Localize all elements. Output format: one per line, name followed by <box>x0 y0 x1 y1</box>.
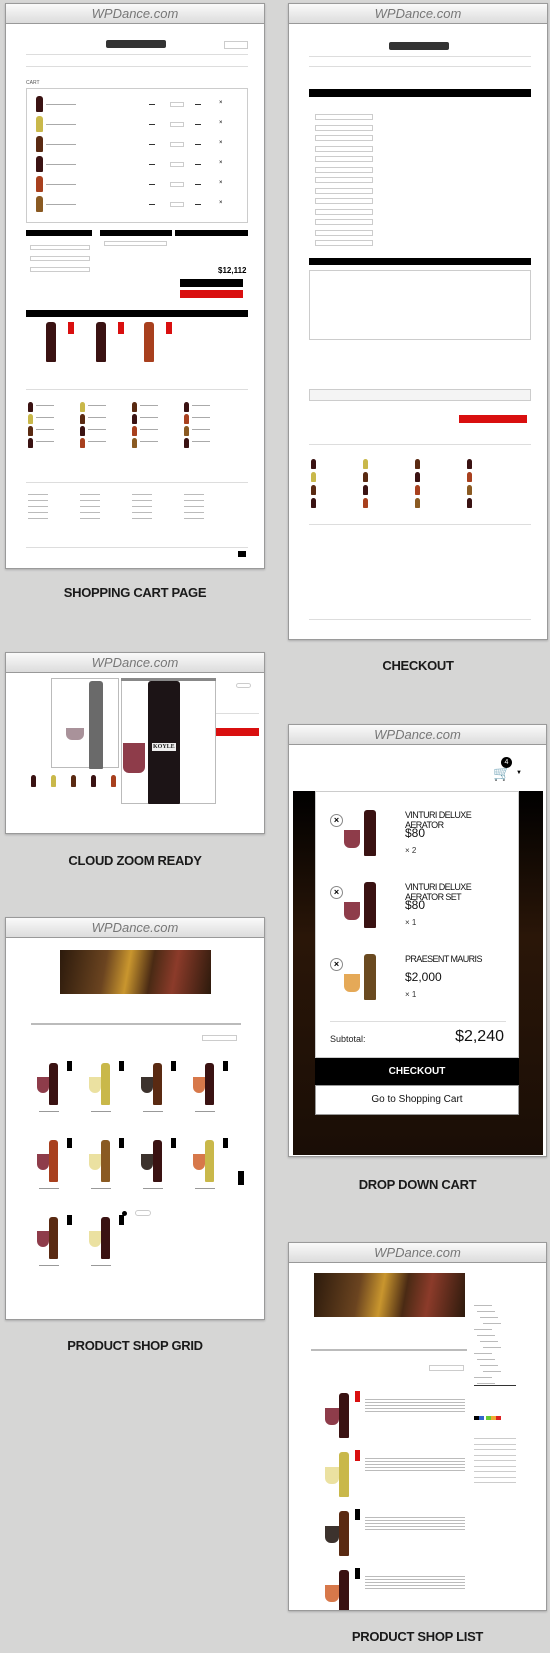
product-image[interactable] <box>49 1063 58 1105</box>
checkout-field[interactable] <box>315 145 373 152</box>
remove-icon[interactable]: × <box>330 886 343 899</box>
product-image[interactable] <box>49 1217 58 1259</box>
product-image[interactable] <box>153 1140 162 1182</box>
product-image[interactable] <box>205 1063 214 1105</box>
product-image[interactable] <box>153 1063 162 1105</box>
product-image[interactable] <box>339 1511 349 1556</box>
product-image <box>144 322 154 362</box>
product-image[interactable] <box>101 1063 110 1105</box>
cart-item: × PRAESENT MAURIS $2,000 × 1 <box>330 954 510 1014</box>
label-list: PRODUCT SHOP LIST <box>351 1629 484 1644</box>
shop-grid-screenshot: WPDance.com <box>5 917 265 1320</box>
remove-icon[interactable]: × <box>330 814 343 827</box>
thumbnail[interactable] <box>51 775 56 787</box>
cart-total: $12,112 <box>218 266 247 275</box>
quantity-stepper[interactable] <box>170 122 184 127</box>
label-zoom: CLOUD ZOOM READY <box>68 853 202 868</box>
place-order-button[interactable] <box>459 415 527 423</box>
remove-icon[interactable]: × <box>219 120 223 126</box>
cart-item-image <box>36 116 43 132</box>
shop-list-screenshot: WPDance.com <box>288 1242 547 1611</box>
product-image <box>364 954 376 1000</box>
remove-icon[interactable]: × <box>219 140 223 146</box>
checkout-field[interactable] <box>315 219 373 225</box>
remove-icon[interactable]: × <box>219 200 223 206</box>
quantity-stepper[interactable] <box>170 202 184 207</box>
remove-icon[interactable]: × <box>330 958 343 971</box>
product-image[interactable] <box>339 1570 349 1610</box>
chevron-down-icon[interactable]: ▼ <box>516 770 522 776</box>
shopping-cart-screenshot: WPDance.com CART × × × × × × $12,112 <box>5 3 265 569</box>
checkout-field[interactable] <box>315 187 373 194</box>
checkout-field[interactable] <box>315 166 373 173</box>
thumbnail[interactable] <box>91 775 96 787</box>
quantity-stepper[interactable] <box>170 142 184 147</box>
billing-address-header <box>309 89 531 97</box>
product-image[interactable] <box>49 1140 58 1182</box>
cart-item-image <box>36 176 43 192</box>
site-bar: WPDance.com <box>6 4 264 24</box>
remove-icon[interactable]: × <box>219 100 223 106</box>
cart-table <box>26 88 248 223</box>
checkout-field[interactable] <box>315 177 373 183</box>
thumbnail[interactable] <box>71 775 76 787</box>
product-image[interactable] <box>339 1393 349 1438</box>
checkout-field[interactable] <box>315 240 373 246</box>
banner-image <box>60 950 211 994</box>
checkout-field[interactable] <box>315 114 373 120</box>
cart-title: CART <box>26 80 40 86</box>
label-grid: PRODUCT SHOP GRID <box>67 1338 203 1353</box>
cart-item-image <box>36 156 43 172</box>
quantity-stepper[interactable] <box>170 182 184 187</box>
checkout-field[interactable] <box>315 156 373 162</box>
your-order-header <box>309 258 531 265</box>
label-checkout: CHECKOUT <box>382 658 454 673</box>
quantity-stepper[interactable] <box>170 102 184 107</box>
product-image <box>364 882 376 928</box>
product-image <box>96 322 106 362</box>
product-image[interactable] <box>205 1140 214 1182</box>
go-to-cart-button[interactable]: Go to Shopping Cart <box>315 1085 519 1115</box>
subtotal-value: $2,240 <box>455 1028 504 1045</box>
label-cart: SHOPPING CART PAGE <box>63 585 207 600</box>
update-cart-button[interactable] <box>180 279 243 287</box>
search-input[interactable] <box>224 41 248 49</box>
remove-icon[interactable]: × <box>219 180 223 186</box>
cart-item-image <box>36 196 43 212</box>
product-image[interactable] <box>101 1140 110 1182</box>
checkout-field[interactable] <box>315 198 373 204</box>
cart-item-image <box>36 136 43 152</box>
checkout-field[interactable] <box>315 208 373 215</box>
thumbnail[interactable] <box>31 775 36 787</box>
product-image[interactable] <box>339 1452 349 1497</box>
subtotal-label: Subtotal: <box>330 1034 366 1044</box>
cart-item: × VINTURI DELUXE AERATOR SET $80 × 1 <box>330 882 510 942</box>
label-text: KOYLE <box>152 743 176 751</box>
thumbnail[interactable] <box>111 775 116 787</box>
quantity-stepper[interactable] <box>170 162 184 167</box>
product-image <box>364 810 376 856</box>
cart-count-badge: 4 <box>501 757 512 768</box>
checkout-field[interactable] <box>315 229 373 236</box>
cloud-zoom-screenshot: WPDance.com KOYLE <box>5 652 265 834</box>
remove-icon[interactable]: × <box>219 160 223 166</box>
cart-item: × VINTURI DELUXE AERATOR $80 × 2 <box>330 810 510 870</box>
checkout-screenshot: WPDance.com <box>288 3 548 640</box>
label-dropdown: DROP DOWN CART <box>358 1177 477 1192</box>
product-image <box>46 322 56 362</box>
logo <box>106 40 166 48</box>
dropdown-cart-screenshot: WPDance.com 🛒 4 ▼ × VINTURI DELUXE AERAT… <box>288 724 547 1157</box>
checkout-field[interactable] <box>315 135 373 141</box>
cart-item-image <box>36 96 43 112</box>
checkout-button[interactable]: CHECKOUT <box>315 1058 519 1085</box>
product-image[interactable] <box>101 1217 110 1259</box>
proceed-checkout-button[interactable] <box>180 290 243 298</box>
checkout-field[interactable] <box>315 124 373 131</box>
dropdown-panel: × VINTURI DELUXE AERATOR $80 × 2 × VINTU… <box>315 791 519 1058</box>
